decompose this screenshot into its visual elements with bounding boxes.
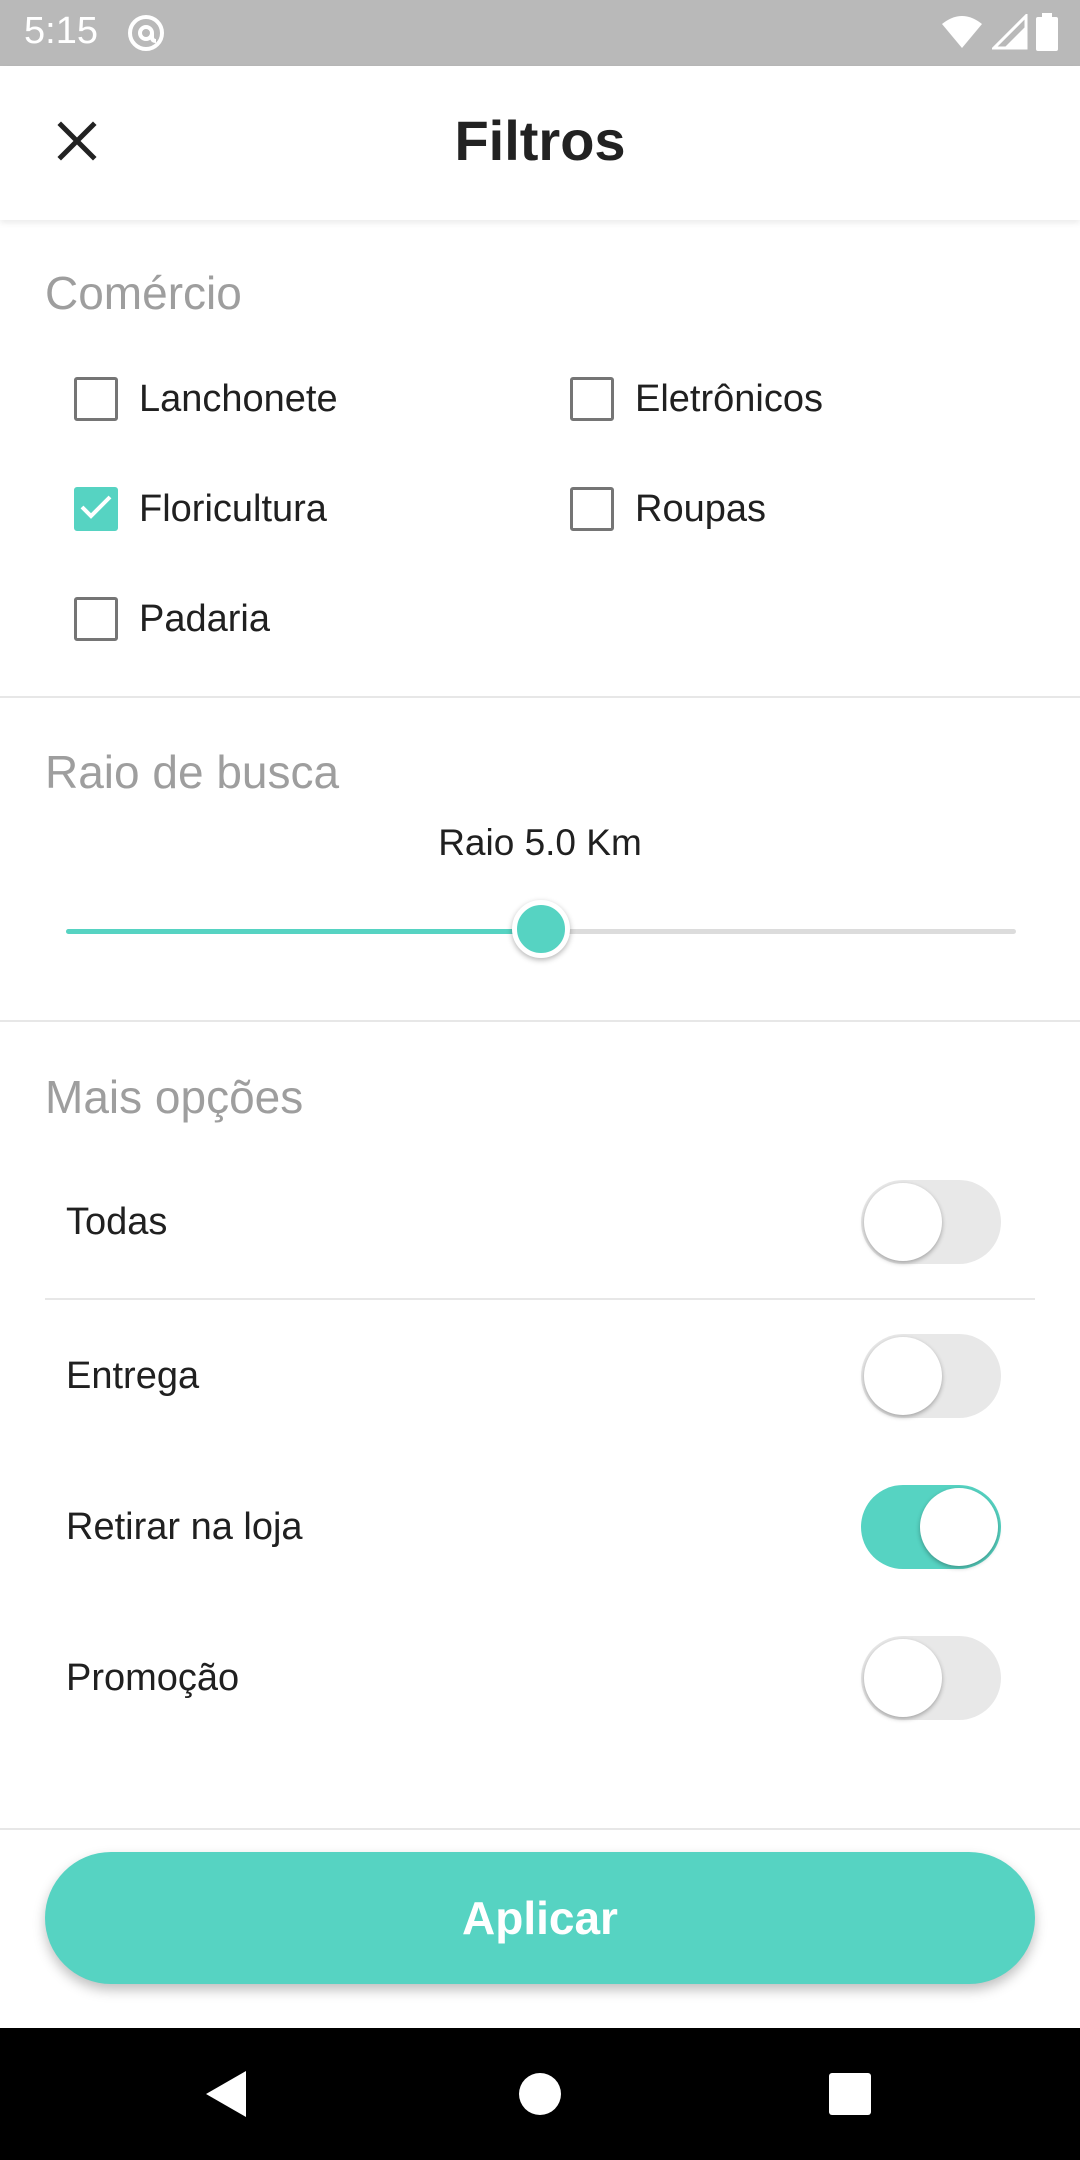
app-bar: Filtros bbox=[0, 66, 1080, 220]
page-title: Filtros bbox=[454, 109, 626, 172]
checkbox-label: Lanchonete bbox=[139, 377, 338, 420]
home-icon bbox=[518, 2072, 562, 2121]
checkbox-label: Padaria bbox=[139, 597, 270, 640]
section-title-mais-opcoes: Mais opções bbox=[45, 1071, 304, 1123]
status-icons bbox=[940, 11, 1058, 56]
back-button[interactable] bbox=[194, 2064, 258, 2128]
home-button[interactable] bbox=[508, 2064, 572, 2128]
radius-slider-fill bbox=[66, 929, 541, 934]
signal-icon bbox=[990, 11, 1028, 55]
checkbox-label: Floricultura bbox=[139, 487, 327, 530]
recents-icon bbox=[828, 2072, 872, 2121]
back-icon bbox=[204, 2069, 248, 2124]
option-row-todas: Todas bbox=[45, 1157, 1035, 1287]
option-label: Promoção bbox=[66, 1657, 240, 1699]
recents-button[interactable] bbox=[818, 2064, 882, 2128]
option-row-promocao: Promoção bbox=[45, 1613, 1035, 1743]
section-title-raio: Raio de busca bbox=[45, 746, 340, 798]
checkbox-lanchonete[interactable]: Lanchonete bbox=[74, 361, 338, 437]
section-divider bbox=[0, 1020, 1080, 1022]
toggle-promocao[interactable] bbox=[861, 1636, 1001, 1720]
toggle-retirar-na-loja[interactable] bbox=[861, 1485, 1001, 1569]
checkbox-box[interactable] bbox=[74, 487, 118, 531]
option-row-retirar-na-loja: Retirar na loja bbox=[45, 1462, 1035, 1592]
checkbox-box[interactable] bbox=[570, 377, 614, 421]
battery-icon bbox=[1036, 12, 1058, 56]
toggle-knob bbox=[864, 1639, 942, 1717]
checkbox-label: Eletrônicos bbox=[635, 377, 823, 420]
radius-slider-thumb[interactable] bbox=[512, 900, 570, 958]
checkbox-box[interactable] bbox=[74, 597, 118, 641]
status-time: 5:15 bbox=[24, 10, 98, 52]
option-label: Entrega bbox=[66, 1355, 200, 1397]
toggle-knob bbox=[864, 1183, 942, 1261]
footer-divider bbox=[0, 1828, 1080, 1830]
checkbox-eletronicos[interactable]: Eletrônicos bbox=[570, 361, 823, 437]
navigation-bar bbox=[0, 2028, 1080, 2160]
status-bar: 5:15 bbox=[0, 0, 1080, 66]
apply-button[interactable]: Aplicar bbox=[45, 1852, 1035, 1984]
radius-value-label: Raio 5.0 Km bbox=[438, 822, 642, 863]
checkbox-label: Roupas bbox=[635, 487, 766, 530]
toggle-entrega[interactable] bbox=[861, 1334, 1001, 1418]
toggle-knob bbox=[864, 1337, 942, 1415]
checkbox-box[interactable] bbox=[570, 487, 614, 531]
section-divider bbox=[0, 696, 1080, 698]
checkbox-box[interactable] bbox=[74, 377, 118, 421]
checkbox-roupas[interactable]: Roupas bbox=[570, 471, 766, 547]
row-divider bbox=[45, 1298, 1035, 1300]
toggle-knob bbox=[920, 1488, 998, 1566]
option-label: Retirar na loja bbox=[66, 1506, 303, 1548]
wifi-icon bbox=[940, 14, 984, 55]
radius-slider[interactable] bbox=[66, 900, 1016, 958]
at-sign-icon bbox=[126, 13, 166, 53]
checkbox-floricultura[interactable]: Floricultura bbox=[74, 471, 327, 547]
toggle-todas[interactable] bbox=[861, 1180, 1001, 1264]
check-icon bbox=[79, 493, 113, 526]
checkbox-padaria[interactable]: Padaria bbox=[74, 581, 270, 657]
option-label: Todas bbox=[66, 1201, 168, 1243]
option-row-entrega: Entrega bbox=[45, 1311, 1035, 1441]
section-title-comercio: Comércio bbox=[45, 267, 242, 319]
